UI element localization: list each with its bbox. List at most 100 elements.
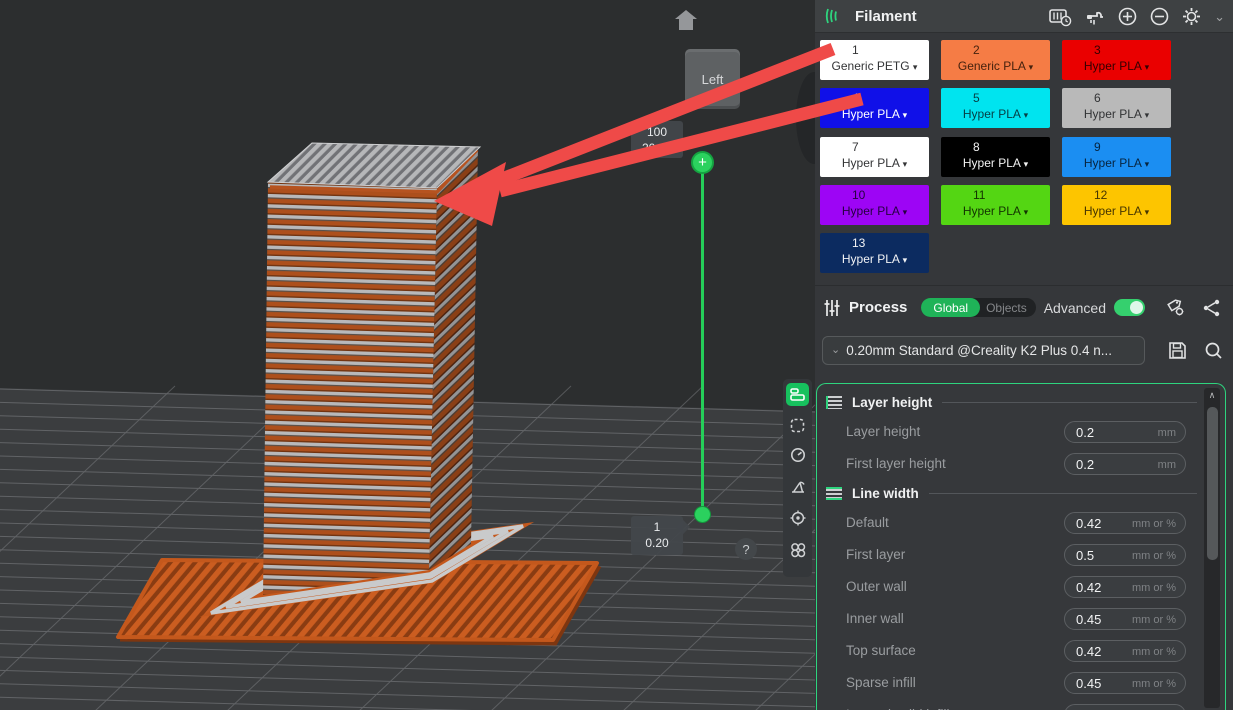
compare-params-icon[interactable] <box>1202 298 1223 318</box>
setting-row-first-layer-height: First layer height 0.2mm <box>817 448 1211 480</box>
tab-speed-icon[interactable] <box>786 443 809 466</box>
setting-row-inner-wall: Inner wall0.45mm or % <box>817 603 1211 635</box>
filament-settings-icon[interactable] <box>1182 7 1201 26</box>
setting-input[interactable]: 0.42 mm or % <box>1064 576 1186 598</box>
advanced-toggle[interactable] <box>1114 299 1145 316</box>
setting-input[interactable]: 0.42mm or % <box>1064 640 1186 662</box>
setting-label: Sparse infill <box>846 675 916 690</box>
filament-dry-icon[interactable] <box>1085 7 1105 27</box>
filament-name-dropdown[interactable]: Hyper PLA ▾ <box>820 107 929 123</box>
filament-number: 5 <box>973 92 1050 105</box>
scope-toggle: Global Objects <box>921 298 1035 317</box>
filament-slot-4[interactable]: 4 Hyper PLA ▾ <box>820 88 929 128</box>
filament-name-dropdown[interactable]: Hyper PLA ▾ <box>1062 59 1171 75</box>
filament-name-dropdown[interactable]: Hyper PLA ▾ <box>1062 156 1171 172</box>
settings-scrollbar[interactable]: ∧ <box>1204 388 1220 708</box>
layer-slider-top-tooltip: 100 20.00 <box>631 121 683 158</box>
filament-name-dropdown[interactable]: Hyper PLA ▾ <box>820 156 929 172</box>
setting-value: 0.42 <box>1076 580 1101 595</box>
filament-slot-9[interactable]: 9Hyper PLA ▾ <box>1062 137 1171 177</box>
section-divider <box>942 402 1197 403</box>
filament-name-dropdown[interactable]: Hyper PLA ▾ <box>1062 204 1171 220</box>
filament-slot-10[interactable]: 10 Hyper PLA ▾ <box>820 185 929 225</box>
scroll-up-icon[interactable]: ∧ <box>1204 390 1220 401</box>
filament-name-dropdown[interactable]: Hyper PLA ▾ <box>941 156 1050 172</box>
tab-support-icon[interactable] <box>786 475 809 498</box>
filament-name-dropdown[interactable]: Hyper PLA ▾ <box>941 107 1050 123</box>
layer-slider-bottom-tooltip: 1 0.20 <box>631 516 683 555</box>
bottom-layer-height: 0.20 <box>631 535 683 551</box>
filament-number: 4 <box>852 92 929 105</box>
filament-slot-7[interactable]: 7Hyper PLA ▾ <box>820 137 929 177</box>
scope-global-option[interactable]: Global <box>921 298 980 317</box>
nav-cube-left-face[interactable]: Left <box>685 52 740 106</box>
filament-slot-13[interactable]: 13Hyper PLA ▾ <box>820 233 929 273</box>
section-divider <box>929 493 1197 494</box>
top-layer-height: 20.00 <box>631 140 683 156</box>
setting-value: 0.2 <box>1076 457 1094 472</box>
setting-unit: mm or % <box>1132 646 1176 658</box>
layer-slider-track[interactable] <box>701 166 704 514</box>
filament-number: 10 <box>852 189 929 202</box>
setting-input[interactable]: 0.5mm or % <box>1064 544 1186 566</box>
setting-input[interactable]: 0.42 mm or % <box>1064 512 1186 534</box>
help-badge[interactable]: ? <box>735 538 757 560</box>
filament-number: 11 <box>973 189 1050 202</box>
preset-dropdown[interactable]: ⌄ 0.20mm Standard @Creality K2 Plus 0.4 … <box>822 336 1145 365</box>
filament-name-dropdown[interactable]: Hyper PLA ▾ <box>1062 107 1171 123</box>
setting-input[interactable]: 0.2mm <box>1064 421 1186 443</box>
filament-slot-1[interactable]: 1Generic PETG ▾ <box>820 40 929 80</box>
caret-down-icon: ▾ <box>903 255 908 265</box>
scrollbar-thumb[interactable] <box>1207 407 1218 560</box>
caret-down-icon: ▾ <box>1024 159 1029 169</box>
section-header-layer-height[interactable]: Layer height <box>817 389 1211 416</box>
setting-label: First layer height <box>846 456 946 471</box>
layer-slider-top-handle[interactable]: + <box>691 151 714 174</box>
filament-slot-6[interactable]: 6Hyper PLA ▾ <box>1062 88 1171 128</box>
viewport-3d-scene[interactable] <box>0 0 815 710</box>
section-title: Line width <box>852 486 919 501</box>
filament-slot-5[interactable]: 5 Hyper PLA ▾ <box>941 88 1050 128</box>
caret-down-icon: ▾ <box>913 62 918 72</box>
setting-unit: mm or % <box>1132 582 1176 594</box>
tab-plate-icon[interactable] <box>786 414 809 437</box>
setting-input[interactable]: 0.45mm or % <box>1064 672 1186 694</box>
filament-name-dropdown[interactable]: Hyper PLA ▾ <box>820 204 929 220</box>
filament-slot-12[interactable]: 12Hyper PLA ▾ <box>1062 185 1171 225</box>
setting-unit: mm or % <box>1132 518 1176 530</box>
creality-slicer-window: Left + 100 20.00 1 0.20 ? <box>0 0 1233 710</box>
filament-number: 3 <box>1094 44 1171 57</box>
tab-quality-icon[interactable] <box>786 383 809 406</box>
filament-name-dropdown[interactable]: Hyper PLA ▾ <box>820 252 929 268</box>
section-header-line-width[interactable]: Line width <box>817 480 1211 507</box>
filament-slot-2[interactable]: 2Generic PLA ▾ <box>941 40 1050 80</box>
layer-slider-bottom-handle[interactable] <box>694 506 711 523</box>
add-filament-icon[interactable] <box>1118 7 1137 26</box>
filament-slot-8[interactable]: 8Hyper PLA ▾ <box>941 137 1050 177</box>
filament-slot-11[interactable]: 11 Hyper PLA ▾ <box>941 185 1050 225</box>
setting-label: Layer height <box>846 424 920 439</box>
tab-others-icon[interactable] <box>786 538 809 561</box>
preset-row: ⌄ 0.20mm Standard @Creality K2 Plus 0.4 … <box>815 332 1233 368</box>
filament-name-dropdown[interactable]: Generic PETG ▾ <box>820 59 929 75</box>
setting-input[interactable]: 0.2mm <box>1064 453 1186 475</box>
setting-input[interactable] <box>1064 704 1186 710</box>
save-preset-icon[interactable] <box>1168 341 1187 360</box>
scope-objects-option[interactable]: Objects <box>986 301 1027 315</box>
plus-icon: + <box>698 155 707 170</box>
search-settings-icon[interactable] <box>1204 341 1223 360</box>
filament-name-dropdown[interactable]: Hyper PLA ▾ <box>941 204 1050 220</box>
setting-value: 0.42 <box>1076 516 1101 531</box>
tab-seam-icon[interactable] <box>786 506 809 529</box>
panel-collapse-arrow-icon <box>801 110 808 120</box>
remove-filament-icon[interactable] <box>1150 7 1169 26</box>
model-sliced-tower[interactable] <box>263 143 480 595</box>
filament-name-dropdown[interactable]: Generic PLA ▾ <box>941 59 1050 75</box>
filament-slot-3[interactable]: 3 Hyper PLA ▾ <box>1062 40 1171 80</box>
ams-sync-icon[interactable] <box>1048 7 1072 27</box>
setting-input[interactable]: 0.45mm or % <box>1064 608 1186 630</box>
home-view-icon[interactable] <box>672 7 700 33</box>
process-header: Process Global Objects Advanced <box>815 285 1233 329</box>
filament-collapse-icon[interactable]: ⌄ <box>1214 9 1225 25</box>
preset-tag-icon[interactable] <box>1165 298 1186 318</box>
